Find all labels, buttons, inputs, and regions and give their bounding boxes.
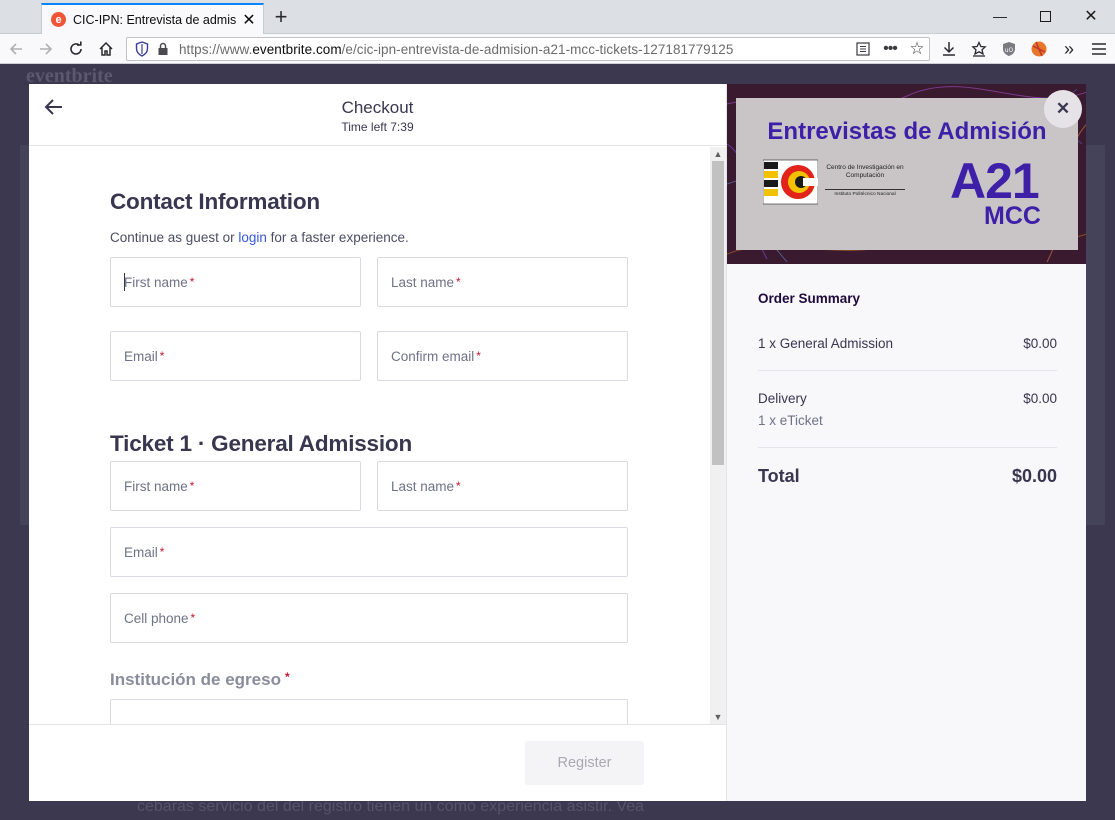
checkout-modal: Checkout Time left 7:39 Contact Informat… <box>29 84 1086 801</box>
field-label: Email * <box>124 545 165 560</box>
checkout-form-scroll-area: Contact Information Continue as guest or… <box>29 147 726 724</box>
url-domain: eventbrite.com <box>252 41 342 57</box>
url-scheme: https://www. <box>179 41 253 57</box>
window-maximize-icon[interactable] <box>1022 4 1068 28</box>
banner-title: Entrevistas de Admisión <box>767 118 1047 145</box>
contact-last-name-field[interactable]: Last name * <box>377 257 628 307</box>
scroll-up-arrow-icon[interactable]: ▲ <box>710 147 726 161</box>
checkout-form-panel: Checkout Time left 7:39 Contact Informat… <box>29 84 726 801</box>
field-label: Cell phone * <box>124 611 196 626</box>
downloads-icon[interactable] <box>937 37 961 61</box>
hamburger-menu-icon[interactable] <box>1087 37 1111 61</box>
field-label: Last name * <box>391 275 461 290</box>
delivery-label: Delivery <box>758 391 807 406</box>
url-path: /e/cic-ipn-entrevista-de-admision-a21-mc… <box>341 41 734 57</box>
tab-close-icon[interactable]: ✕ <box>241 12 257 29</box>
summary-divider <box>758 447 1057 448</box>
field-label: Email * <box>124 349 165 364</box>
cic-logo-icon <box>763 159 818 205</box>
scrollbar-thumb[interactable] <box>712 161 724 465</box>
new-tab-plus-icon[interactable]: + <box>270 4 292 29</box>
contact-info-subtitle: Continue as guest or login for a faster … <box>110 230 409 245</box>
browser-nav-bar: https://www.eventbrite.com/e/cic-ipn-ent… <box>0 34 1115 64</box>
ticket-heading: Ticket 1 · General Admission <box>110 431 413 456</box>
tab-title: CIC-IPN: Entrevista de admisión <box>73 12 237 27</box>
ticket-last-name-field[interactable]: Last name * <box>377 461 628 511</box>
institution-label: Institución de egreso * <box>110 670 290 689</box>
page-actions-icon[interactable]: ••• <box>875 38 905 60</box>
contact-sub-suffix: for a faster experience. <box>270 230 409 245</box>
total-label: Total <box>758 466 800 486</box>
lock-icon[interactable] <box>153 38 173 60</box>
total-price: $0.00 <box>1011 466 1057 486</box>
line-item-price: $0.00 <box>1023 336 1057 351</box>
form-scrollbar[interactable]: ▲ ▼ <box>710 147 726 724</box>
library-star-icon[interactable] <box>967 37 991 61</box>
banner-org-parent: Instituto Politécnico Nacional <box>825 189 905 197</box>
scroll-down-arrow-icon[interactable]: ▼ <box>710 710 726 724</box>
banner-card: Entrevistas de Admisión Centro de Invest… <box>736 98 1078 250</box>
overflow-chevron-icon[interactable]: » <box>1057 37 1081 61</box>
order-line-item: 1 x General Admission $0.00 <box>758 336 1057 351</box>
checkout-header: Checkout Time left 7:39 <box>29 84 726 146</box>
window-minimize-icon[interactable]: — <box>977 4 1023 28</box>
bookmark-star-icon[interactable]: ☆ <box>905 38 929 60</box>
modal-close-icon[interactable]: ✕ <box>1044 90 1082 128</box>
extension-ball-icon[interactable] <box>1027 37 1051 61</box>
browser-tab-active[interactable]: e CIC-IPN: Entrevista de admisión ✕ <box>41 3 264 34</box>
register-button[interactable]: Register <box>525 741 644 785</box>
line-item-label: 1 x General Admission <box>758 336 894 351</box>
order-total-row: Total $0.00 <box>758 466 1057 487</box>
login-link[interactable]: login <box>238 230 267 245</box>
reload-icon[interactable] <box>64 37 88 61</box>
ticket-first-name-field[interactable]: First name * <box>110 461 361 511</box>
banner-program: MCC <box>984 202 1041 230</box>
order-summary-panel: Entrevistas de Admisión Centro de Invest… <box>726 84 1086 801</box>
contact-confirm-email-field[interactable]: Confirm email * <box>377 331 628 381</box>
summary-divider <box>758 370 1057 371</box>
ticket-cell-phone-field[interactable]: Cell phone * <box>110 593 628 643</box>
field-label: First name * <box>124 479 195 494</box>
delivery-row: Delivery $0.00 <box>758 391 1057 406</box>
contact-info-heading: Contact Information <box>110 189 320 214</box>
url-text[interactable]: https://www.eventbrite.com/e/cic-ipn-ent… <box>179 42 851 57</box>
institution-field[interactable] <box>110 699 628 724</box>
contact-sub-prefix: Continue as guest or <box>110 230 235 245</box>
checkout-title: Checkout <box>341 98 414 117</box>
field-label: Confirm email * <box>391 349 481 364</box>
forward-arrow-icon[interactable] <box>34 37 58 61</box>
field-label: First name * <box>124 275 195 290</box>
contact-email-field[interactable]: Email * <box>110 331 361 381</box>
banner-org-name: Centro de Investigación en Computación <box>826 164 904 179</box>
browser-tab-bar: e CIC-IPN: Entrevista de admisión ✕ + — … <box>0 0 1115 34</box>
tracking-shield-icon[interactable] <box>131 38 153 60</box>
order-summary-title: Order Summary <box>758 291 861 306</box>
eventbrite-favicon-icon: e <box>51 12 66 27</box>
window-close-icon[interactable]: ✕ <box>1068 4 1114 28</box>
svg-text:uO: uO <box>1005 47 1014 54</box>
field-label: Last name * <box>391 479 461 494</box>
delivery-price: $0.00 <box>1023 391 1057 406</box>
contact-first-name-field[interactable]: First name * <box>110 257 361 307</box>
ublock-shield-icon[interactable]: uO <box>997 37 1021 61</box>
time-left: Time left 7:39 <box>341 120 414 134</box>
back-arrow-icon[interactable] <box>4 37 28 61</box>
checkout-footer: Register <box>29 724 726 801</box>
address-bar[interactable]: https://www.eventbrite.com/e/cic-ipn-ent… <box>126 37 930 61</box>
event-banner-image: Entrevistas de Admisión Centro de Invest… <box>727 84 1086 264</box>
delivery-detail: 1 x eTicket <box>758 413 823 428</box>
ticket-email-field[interactable]: Email * <box>110 527 628 577</box>
reader-view-icon[interactable] <box>851 38 875 60</box>
home-icon[interactable] <box>94 37 118 61</box>
